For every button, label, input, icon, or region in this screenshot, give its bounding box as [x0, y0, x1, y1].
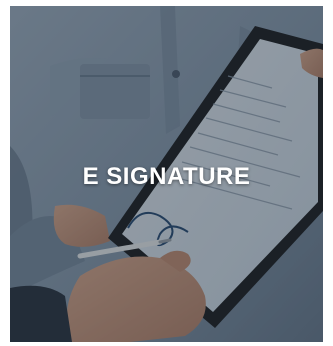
- banner-title: E SIGNATURE: [82, 163, 251, 190]
- e-signature-card[interactable]: E SIGNATURE: [10, 6, 323, 342]
